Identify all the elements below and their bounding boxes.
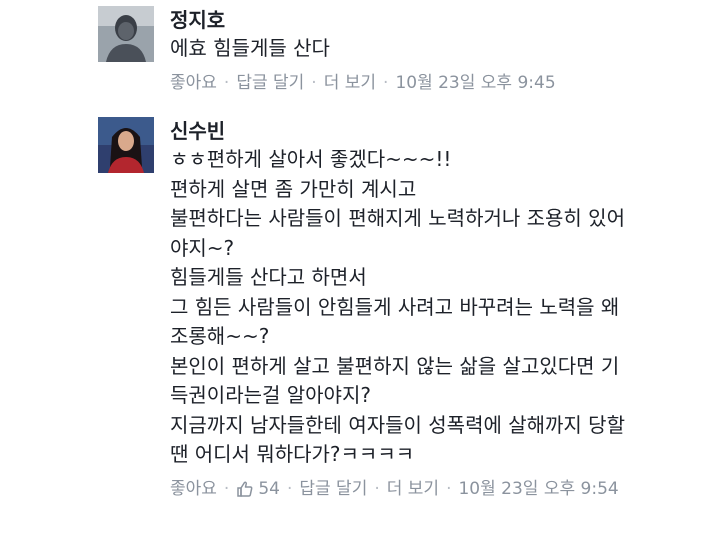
reply-link[interactable]: 답글 달기	[236, 71, 304, 95]
comment-text-line: 힘들게들 산다고 하면서	[170, 265, 367, 289]
comment-text-line: 야지~?	[170, 235, 235, 260]
comment-content: 정지호 에효 힘들게들 산다 좋아요 · 답글 달기 · 더 보기 · 10월 …	[170, 6, 710, 95]
comment-text-line: 에효 힘들게들 산다	[170, 36, 330, 60]
comment-author[interactable]: 신수빈	[170, 117, 710, 145]
meta-separator: ·	[223, 478, 230, 499]
comment-text-line: 지금까지 남자들한테 여자들이 성폭력에 살해까지 당할	[170, 412, 625, 437]
comment-content: 신수빈 ㅎㅎ편하게 살아서 좋겠다~~~!! 편하게 살면 좀 가만히 계시고 …	[170, 117, 710, 501]
comment-meta: 좋아요 · 54 · 답글 달기 · 더 보기 · 10월 23일 오후 9:5…	[170, 477, 710, 501]
comment-text-line: 땐 어디서 뭐하다가?ㅋㅋㅋㅋ	[170, 442, 415, 466]
meta-separator: ·	[446, 478, 452, 499]
comment-text-line: 조롱해~~?	[170, 324, 270, 348]
like-count[interactable]: 54	[236, 477, 280, 501]
meta-separator: ·	[223, 72, 230, 93]
more-link[interactable]: 더 보기	[387, 477, 439, 501]
meta-separator: ·	[383, 72, 389, 93]
meta-separator: ·	[374, 478, 380, 499]
like-link[interactable]: 좋아요	[170, 477, 217, 501]
like-link[interactable]: 좋아요	[170, 71, 217, 95]
comment-timestamp[interactable]: 10월 23일 오후 9:54	[458, 477, 618, 501]
comment-text-line: 그 힘든 사람들이 안힘들게 사려고 바꾸려는 노력을 왜	[170, 294, 620, 319]
comment-timestamp[interactable]: 10월 23일 오후 9:45	[395, 71, 555, 95]
like-count-value: 54	[258, 478, 280, 499]
avatar[interactable]	[98, 117, 154, 173]
meta-separator: ·	[286, 478, 293, 499]
thumbs-up-icon	[237, 481, 253, 497]
comment-text-line: 편하게 살면 좀 가만히 계시고	[170, 176, 417, 201]
avatar-photo	[98, 6, 154, 62]
comment-author[interactable]: 정지호	[170, 6, 710, 34]
comment-text-line: 본인이 편하게 살고 불편하지 않는 삶을 살고있다면 기	[170, 353, 620, 378]
comment-text-line: 득권이라는걸 알아야지?	[170, 383, 371, 407]
avatar-photo	[98, 117, 154, 173]
comment-text-line: 불편하다는 사람들이 편해지게 노력하거나 조용히 있어	[170, 206, 625, 230]
meta-separator: ·	[311, 72, 317, 93]
reply-link[interactable]: 답글 달기	[299, 477, 367, 501]
avatar[interactable]	[98, 6, 154, 62]
more-link[interactable]: 더 보기	[324, 71, 376, 95]
comment-meta: 좋아요 · 답글 달기 · 더 보기 · 10월 23일 오후 9:45	[170, 71, 710, 95]
comment-text-line: ㅎㅎ편하게 살아서 좋겠다~~~!!	[170, 147, 452, 171]
